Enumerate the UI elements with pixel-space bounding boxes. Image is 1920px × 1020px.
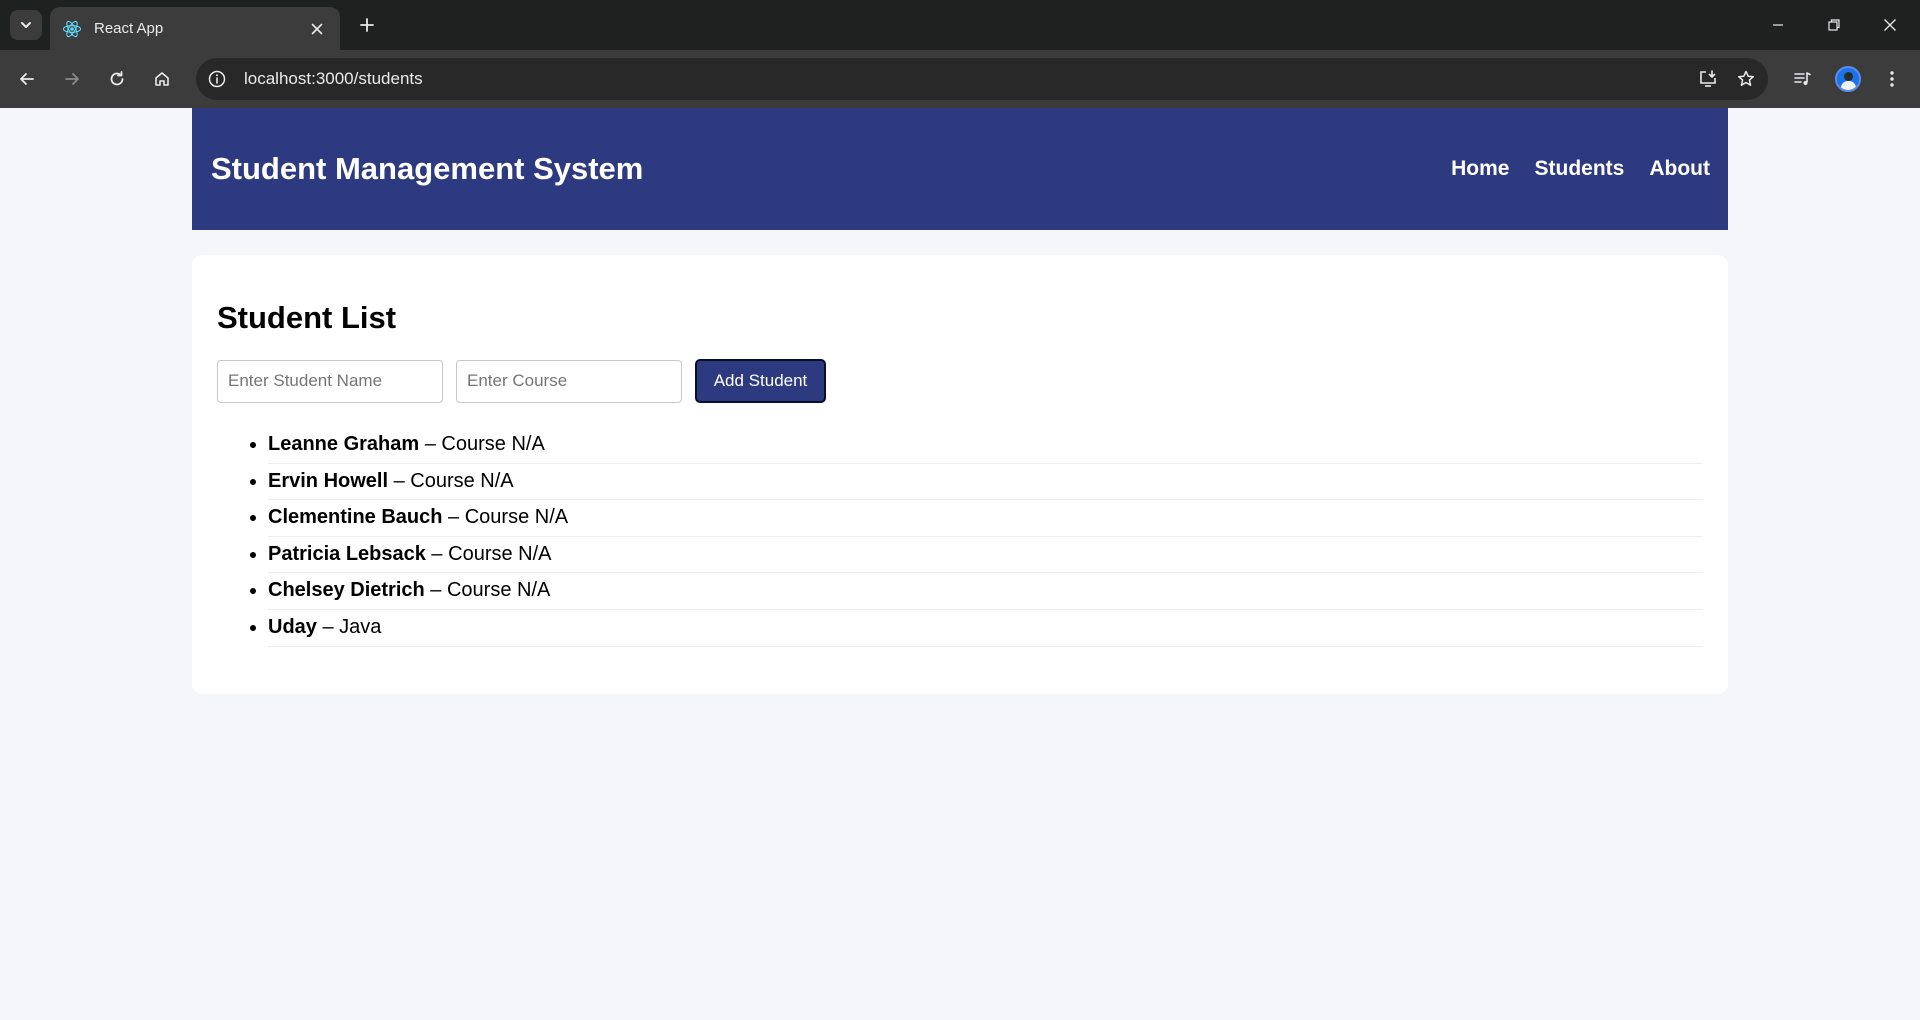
reload-button[interactable] <box>101 63 133 95</box>
close-icon <box>311 23 323 34</box>
app-title: Student Management System <box>211 151 644 186</box>
student-name: Leanne Graham <box>268 433 420 455</box>
media-queue-icon <box>1794 72 1811 85</box>
app-header: Student Management System Home Students … <box>192 108 1728 230</box>
browser-menu-button[interactable] <box>1876 63 1908 95</box>
profile-button[interactable] <box>1832 63 1864 95</box>
site-info-button[interactable] <box>204 66 230 92</box>
chevron-down-icon <box>21 22 31 28</box>
student-list: Leanne Graham – Course N/A Ervin Howell … <box>217 427 1703 647</box>
star-icon <box>1737 70 1755 86</box>
minimize-window-button[interactable] <box>1750 0 1806 50</box>
tab-close-button[interactable] <box>306 18 328 40</box>
student-list-card: Student List Add Student Leanne Graham –… <box>192 255 1728 694</box>
tab-title: React App <box>94 20 164 37</box>
avatar <box>1835 66 1861 92</box>
more-vertical-icon <box>1890 71 1894 87</box>
address-bar[interactable]: localhost:3000/students <box>196 58 1768 100</box>
back-button[interactable] <box>11 63 43 95</box>
browser-toolbar: localhost:3000/students <box>0 50 1920 108</box>
nav-link-home[interactable]: Home <box>1451 157 1509 181</box>
student-list-item: Uday – Java <box>268 610 1703 647</box>
install-app-button[interactable] <box>1692 63 1724 95</box>
student-course: Java <box>339 615 382 638</box>
student-list-item: Clementine Bauch – Course N/A <box>268 500 1703 537</box>
nav-link-students[interactable]: Students <box>1535 157 1625 181</box>
separator: – <box>316 615 340 638</box>
nav-link-about[interactable]: About <box>1649 157 1710 181</box>
restore-window-button[interactable] <box>1806 0 1862 50</box>
close-icon <box>1884 19 1896 31</box>
react-logo-icon <box>62 20 82 37</box>
browser-tab-bar: React App <box>0 0 1920 50</box>
page-viewport: Student Management System Home Students … <box>0 108 1920 1020</box>
student-course: Course N/A <box>446 579 551 602</box>
bookmark-button[interactable] <box>1730 63 1762 95</box>
student-list-heading: Student List <box>217 300 397 335</box>
home-button[interactable] <box>146 63 178 95</box>
student-course: Course N/A <box>448 542 552 565</box>
install-icon <box>1700 70 1716 87</box>
reload-icon <box>110 71 124 86</box>
media-controls-button[interactable] <box>1786 63 1818 95</box>
separator: – <box>442 506 465 529</box>
separator: – <box>424 579 447 602</box>
add-student-button[interactable]: Add Student <box>695 359 826 403</box>
plus-icon <box>360 18 374 32</box>
home-icon <box>155 72 169 86</box>
student-list-item: Chelsey Dietrich – Course N/A <box>268 573 1703 610</box>
info-icon <box>208 70 226 88</box>
separator: – <box>425 542 449 565</box>
student-name-input[interactable] <box>217 359 443 403</box>
tab-search-button[interactable] <box>10 10 42 40</box>
student-name: Ervin Howell <box>268 469 389 492</box>
student-name: Clementine Bauch <box>268 506 443 529</box>
separator: – <box>388 469 411 492</box>
student-list-item: Patricia Lebsack – Course N/A <box>268 537 1703 574</box>
add-student-form: Add Student <box>217 359 1703 403</box>
student-list-item: Leanne Graham – Course N/A <box>268 427 1703 464</box>
student-name: Chelsey Dietrich <box>268 579 425 602</box>
student-course: Course N/A <box>441 433 545 455</box>
browser-tab-active[interactable]: React App <box>50 7 340 50</box>
new-tab-button[interactable] <box>354 12 380 38</box>
student-list-item: Ervin Howell – Course N/A <box>268 464 1703 501</box>
arrow-right-icon <box>65 73 79 85</box>
main-nav: Home Students About <box>1451 157 1710 181</box>
url-text[interactable]: localhost:3000/students <box>244 69 1692 89</box>
student-course: Course N/A <box>410 469 514 492</box>
separator: – <box>419 433 442 455</box>
student-course: Course N/A <box>464 506 569 529</box>
close-window-button[interactable] <box>1862 0 1918 50</box>
arrow-left-icon <box>20 73 34 85</box>
minimize-icon <box>1773 24 1783 26</box>
forward-button[interactable] <box>56 63 88 95</box>
course-input[interactable] <box>456 359 682 403</box>
student-name: Patricia Lebsack <box>268 542 426 565</box>
student-name: Uday <box>268 615 317 638</box>
restore-icon <box>1828 19 1840 31</box>
